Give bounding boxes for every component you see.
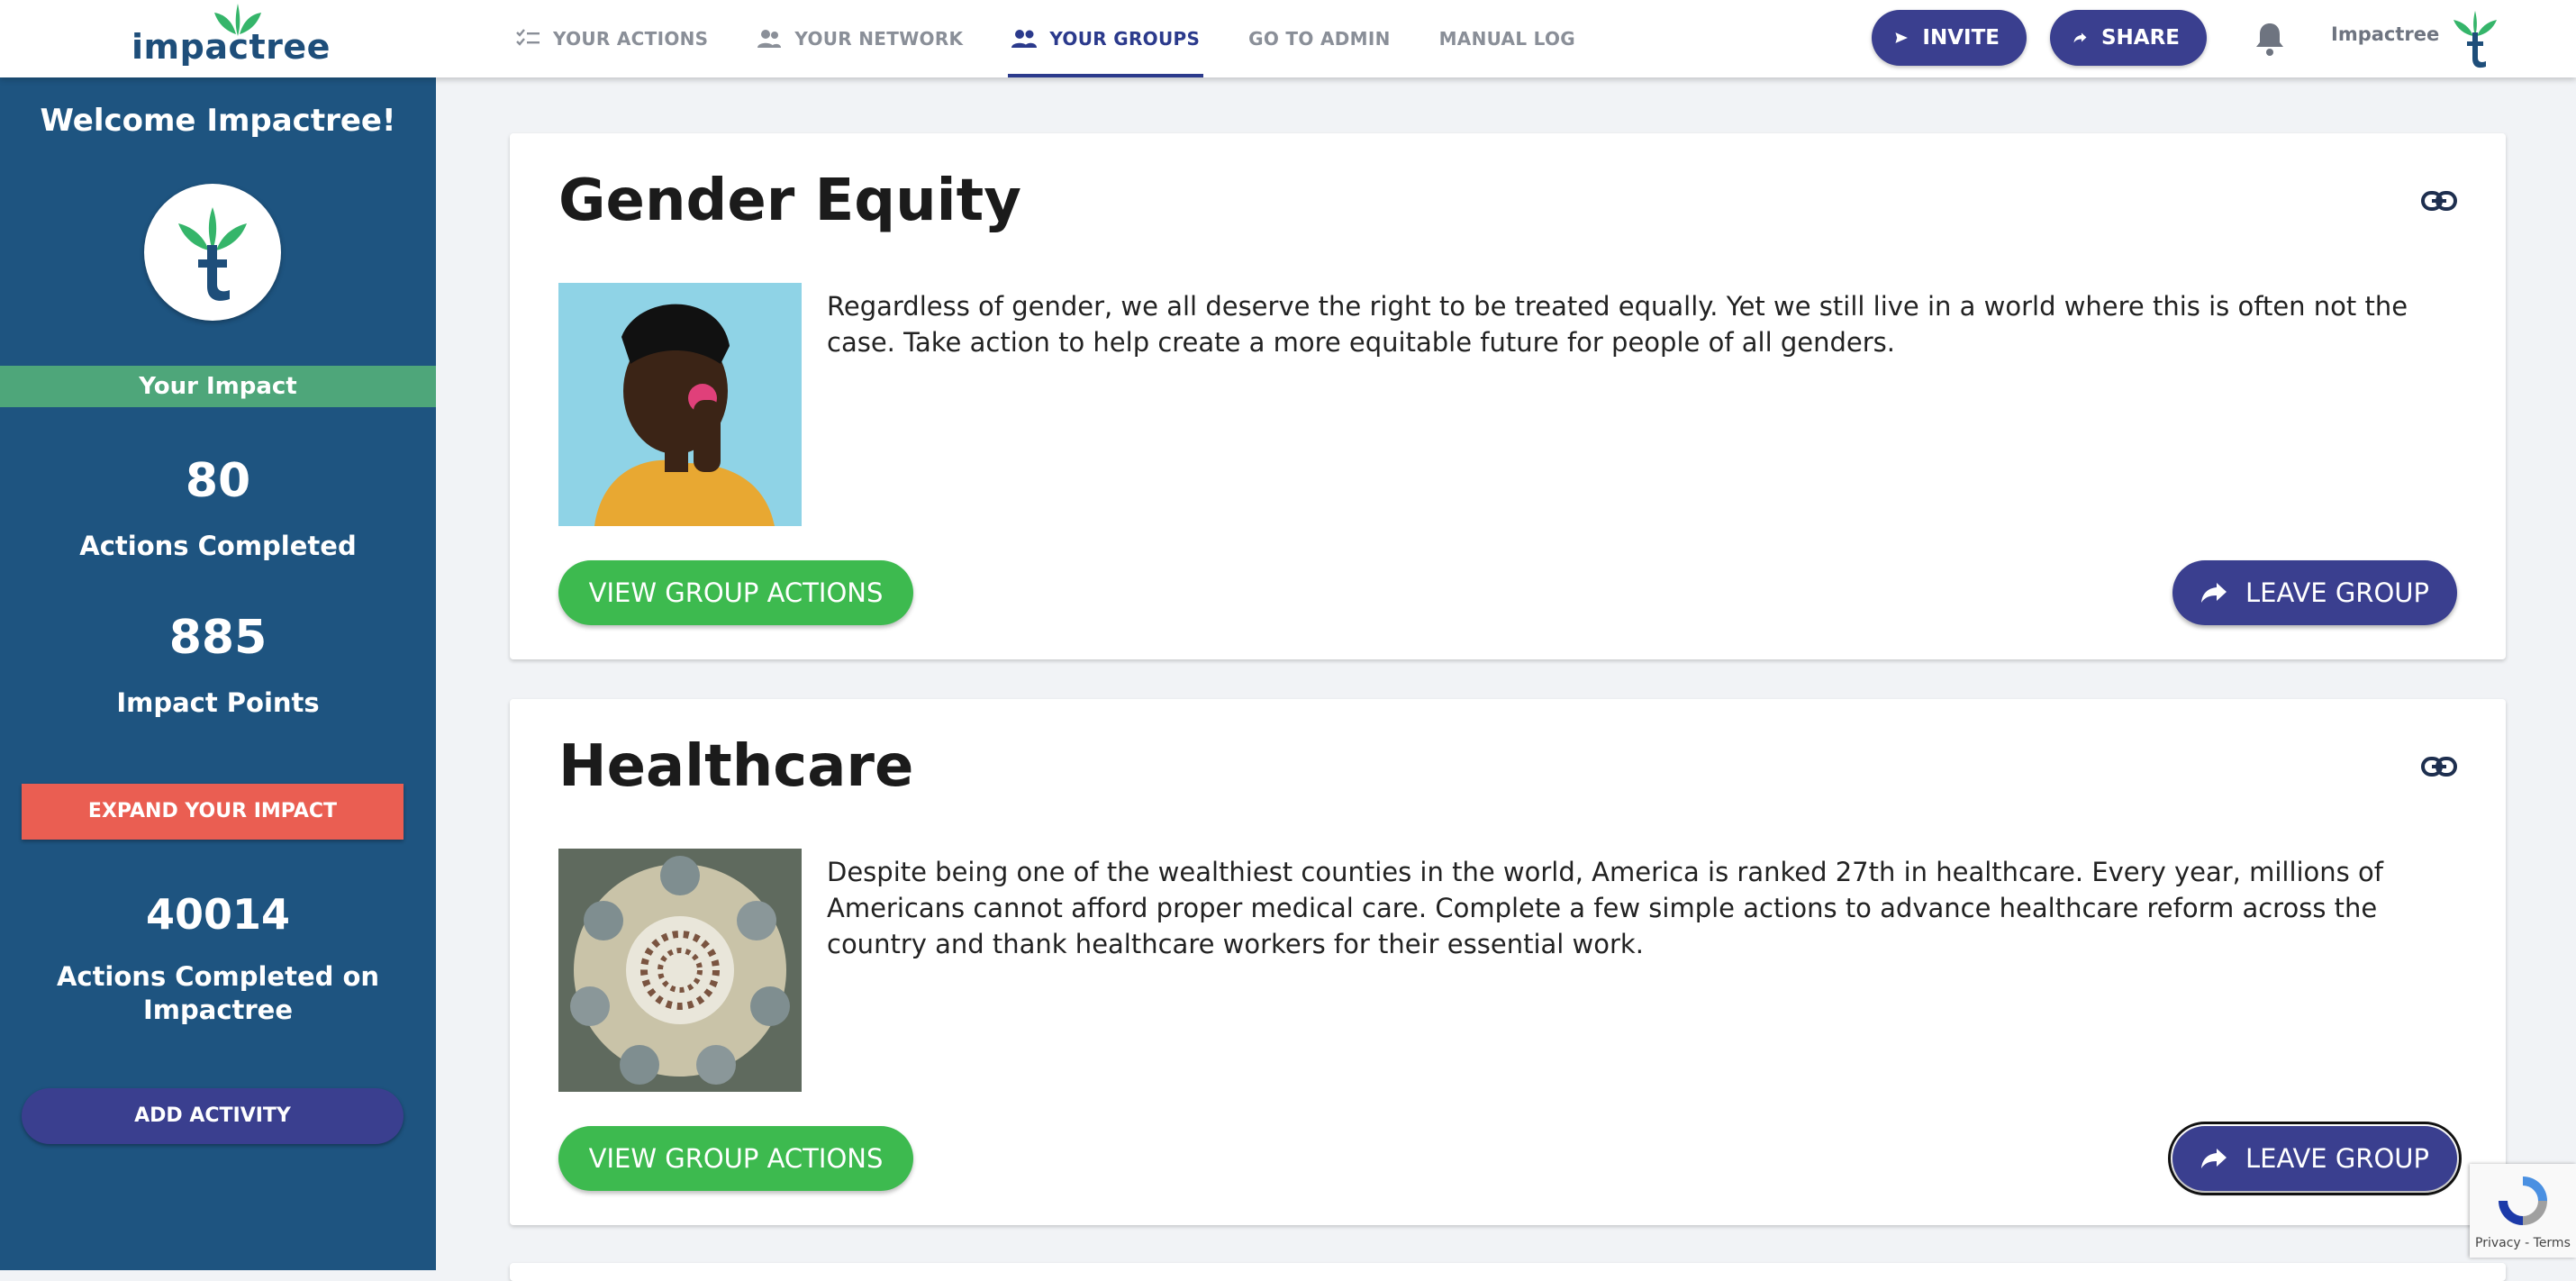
group-title: Healthcare xyxy=(558,733,914,800)
impact-points-count: 885 xyxy=(168,611,268,665)
recaptcha-text[interactable]: Privacy - Terms xyxy=(2475,1236,2571,1250)
leave-group-button[interactable]: LEAVE GROUP xyxy=(2168,1122,2462,1195)
your-impact-header: Your Impact xyxy=(0,366,436,407)
link-icon[interactable] xyxy=(2421,189,2457,213)
actions-completed-label: Actions Completed xyxy=(79,531,357,561)
nav-go-to-admin[interactable]: GO TO ADMIN xyxy=(1229,0,1410,77)
actions-completed-count: 80 xyxy=(185,454,251,508)
main-nav: YOUR ACTIONS YOUR NETWORK YOUR GROUPS GO… xyxy=(495,0,1604,77)
groups-icon xyxy=(1011,30,1038,48)
avatar xyxy=(144,184,281,321)
share-button[interactable]: SHARE xyxy=(2050,10,2207,66)
link-icon[interactable] xyxy=(2421,755,2457,778)
nav-label: YOUR NETWORK xyxy=(794,28,964,50)
group-card: Gender Equity Regardless of gender, we a… xyxy=(510,133,2506,659)
leave-group-button[interactable]: LEAVE GROUP xyxy=(2172,560,2457,625)
platform-actions-label: Actions Completed on Impactree xyxy=(56,961,380,1025)
group-description: Regardless of gender, we all deserve the… xyxy=(827,291,2408,358)
bell-icon[interactable] xyxy=(2252,20,2288,58)
nav-your-network[interactable]: YOUR NETWORK xyxy=(737,0,983,77)
nav-label: MANUAL LOG xyxy=(1438,28,1575,50)
share-arrow-icon xyxy=(2200,583,2227,603)
group-card: Healthcare Despite being one of the weal… xyxy=(510,699,2506,1225)
view-group-actions-button[interactable]: VIEW GROUP ACTIONS xyxy=(558,560,913,625)
group-description: Despite being one of the wealthiest coun… xyxy=(827,857,2383,959)
welcome-heading: Welcome Impactree! xyxy=(40,103,396,139)
top-bar: impactree YOUR ACTIONS YOUR NETWORK YOUR… xyxy=(0,0,2576,77)
nav-label: YOUR GROUPS xyxy=(1049,28,1201,50)
platform-actions-count: 40014 xyxy=(145,890,291,939)
invite-button[interactable]: INVITE xyxy=(1872,10,2027,66)
impactree-logo[interactable]: impactree xyxy=(132,4,330,70)
nav-manual-log[interactable]: MANUAL LOG xyxy=(1420,0,1595,77)
group-title: Gender Equity xyxy=(558,168,1021,234)
group-image xyxy=(558,283,802,526)
share-arrow-icon xyxy=(2200,1149,2227,1168)
nav-label: YOUR ACTIONS xyxy=(553,28,709,50)
add-activity-button[interactable]: ADD ACTIVITY xyxy=(22,1088,404,1144)
sidebar: Welcome Impactree! Your Impact 80 Action… xyxy=(0,77,436,1270)
send-icon xyxy=(1895,32,1908,43)
user-avatar-logo[interactable] xyxy=(2448,9,2502,68)
group-image xyxy=(558,849,802,1092)
impactree-t-icon xyxy=(178,207,247,301)
recaptcha-icon xyxy=(2499,1177,2547,1225)
group-card-partial xyxy=(510,1263,2506,1281)
user-name[interactable]: Impactree xyxy=(2331,23,2439,45)
share-arrow-icon xyxy=(2073,32,2087,43)
brand-name: impactree xyxy=(132,27,331,67)
impact-points-label: Impact Points xyxy=(116,687,320,718)
nav-your-actions[interactable]: YOUR ACTIONS xyxy=(495,0,728,77)
nav-label: GO TO ADMIN xyxy=(1248,28,1391,50)
expand-impact-button[interactable]: EXPAND YOUR IMPACT xyxy=(22,784,404,840)
checklist-icon xyxy=(516,29,540,46)
nav-your-groups[interactable]: YOUR GROUPS xyxy=(992,0,1220,77)
view-group-actions-button[interactable]: VIEW GROUP ACTIONS xyxy=(558,1126,913,1191)
people-icon xyxy=(757,30,782,48)
recaptcha-badge[interactable]: Privacy - Terms xyxy=(2470,1164,2576,1258)
